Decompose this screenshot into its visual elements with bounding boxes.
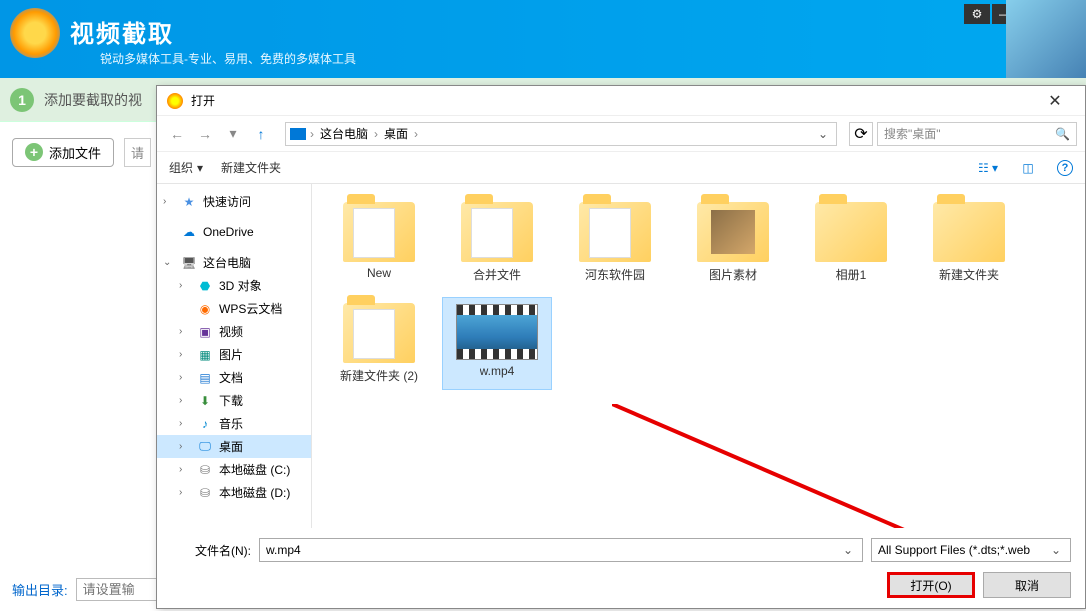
preview-pane-button[interactable]: ◫ xyxy=(1017,157,1039,179)
breadcrumb-folder[interactable]: 桌面 xyxy=(382,125,410,142)
breadcrumb-root[interactable]: 这台电脑 xyxy=(318,125,370,142)
disk-icon: ⛁ xyxy=(197,485,213,501)
folder-item[interactable]: 新建文件夹 (2) xyxy=(324,297,434,390)
annotation-arrow xyxy=(612,404,1085,528)
disk-icon: ⛁ xyxy=(197,462,213,478)
pc-icon xyxy=(290,128,306,140)
dialog-title: 打开 xyxy=(191,92,1035,109)
folder-item[interactable]: 图片素材 xyxy=(678,196,788,289)
video-file-item[interactable]: w.mp4 xyxy=(442,297,552,390)
tree-pictures[interactable]: ›▦图片 xyxy=(157,343,311,366)
tree-downloads[interactable]: ›⬇下载 xyxy=(157,389,311,412)
folder-item[interactable]: 河东软件园 xyxy=(560,196,670,289)
output-label: 输出目录: xyxy=(12,580,68,599)
expand-icon: › xyxy=(163,196,175,207)
chevron-right-icon: › xyxy=(374,127,378,141)
filename-label: 文件名(N): xyxy=(171,542,251,559)
cancel-button[interactable]: 取消 xyxy=(983,572,1071,598)
search-placeholder: 搜索"桌面" xyxy=(884,125,941,142)
folder-icon xyxy=(461,202,533,262)
search-icon: 🔍 xyxy=(1055,127,1070,141)
settings-button[interactable]: ⚙ xyxy=(964,4,990,24)
app-logo-icon xyxy=(10,8,60,58)
file-type-filter[interactable]: All Support Files (*.dts;*.web⌄ xyxy=(871,538,1071,562)
tree-disk-c[interactable]: ›⛁本地磁盘 (C:) xyxy=(157,458,311,481)
new-folder-button[interactable]: 新建文件夹 xyxy=(221,159,281,176)
folder-item[interactable]: 新建文件夹 xyxy=(914,196,1024,289)
add-file-button[interactable]: + 添加文件 xyxy=(12,138,114,167)
open-button[interactable]: 打开(O) xyxy=(887,572,975,598)
video-icon: ▣ xyxy=(197,324,213,340)
step-number: 1 xyxy=(10,88,34,112)
tree-videos[interactable]: ›▣视频 xyxy=(157,320,311,343)
tree-wps[interactable]: ◉WPS云文档 xyxy=(157,297,311,320)
plus-icon: + xyxy=(25,143,43,161)
folder-icon xyxy=(933,202,1005,262)
folder-item[interactable]: 合并文件 xyxy=(442,196,552,289)
nav-back-button[interactable]: ← xyxy=(165,122,189,146)
help-button[interactable]: ? xyxy=(1057,160,1073,176)
tree-quick-access[interactable]: ›★快速访问 xyxy=(157,190,311,213)
tree-music[interactable]: ›♪音乐 xyxy=(157,412,311,435)
refresh-button[interactable]: ⟳ xyxy=(849,122,873,146)
document-icon: ▤ xyxy=(197,370,213,386)
tree-documents[interactable]: ›▤文档 xyxy=(157,366,311,389)
step-text: 添加要截取的视 xyxy=(44,90,142,110)
preview-pane xyxy=(1006,0,1086,78)
folder-tree: ›★快速访问 ☁OneDrive ⌄🖥这台电脑 ›⬣3D 对象 ◉WPS云文档 … xyxy=(157,184,312,528)
file-open-dialog: 打开 ✕ ← → ▾ ↑ › 这台电脑 › 桌面 › ⌄ ⟳ 搜索"桌面" 🔍 … xyxy=(156,85,1086,609)
app-subtitle: 锐动多媒体工具-专业、易用、免费的多媒体工具 xyxy=(100,50,356,67)
folder-icon xyxy=(343,202,415,262)
chevron-down-icon[interactable]: ⌄ xyxy=(1048,543,1064,557)
tree-disk-d[interactable]: ›⛁本地磁盘 (D:) xyxy=(157,481,311,504)
tree-desktop[interactable]: ›🖵桌面 xyxy=(157,435,311,458)
nav-forward-button[interactable]: → xyxy=(193,122,217,146)
folder-item[interactable]: New xyxy=(324,196,434,289)
organize-menu[interactable]: 组织 ▾ xyxy=(169,159,203,176)
collapse-icon: ⌄ xyxy=(163,257,175,268)
pc-icon: 🖥 xyxy=(181,255,197,271)
cloud-icon: ☁ xyxy=(181,224,197,240)
chevron-right-icon: › xyxy=(310,127,314,141)
add-file-label: 添加文件 xyxy=(49,143,101,162)
chevron-down-icon: ▾ xyxy=(197,161,203,175)
breadcrumb-dropdown[interactable]: ⌄ xyxy=(814,127,832,141)
app-titlebar: 视频截取 锐动多媒体工具-专业、易用、免费的多媒体工具 ⚙ — ◻ ✕ xyxy=(0,0,1086,78)
video-thumbnail-icon xyxy=(456,304,538,360)
chevron-down-icon[interactable]: ⌄ xyxy=(840,543,856,557)
filename-input[interactable]: w.mp4⌄ xyxy=(259,538,863,562)
view-options-button[interactable]: ☷ ▾ xyxy=(977,157,999,179)
cube-icon: ⬣ xyxy=(197,278,213,294)
dialog-icon xyxy=(167,93,183,109)
hint-text: 请 xyxy=(124,138,151,167)
star-icon: ★ xyxy=(181,194,197,210)
nav-up-button[interactable]: ↑ xyxy=(249,122,273,146)
music-icon: ♪ xyxy=(197,416,213,432)
app-title: 视频截取 xyxy=(70,14,174,49)
desktop-icon: 🖵 xyxy=(197,439,213,455)
file-list: New 合并文件 河东软件园 图片素材 相册1 新建文件夹 新建文件夹 (2) … xyxy=(312,184,1085,528)
folder-icon xyxy=(579,202,651,262)
chevron-right-icon: › xyxy=(414,127,418,141)
folder-item[interactable]: 相册1 xyxy=(796,196,906,289)
nav-recent-button[interactable]: ▾ xyxy=(221,122,245,146)
tree-onedrive[interactable]: ☁OneDrive xyxy=(157,221,311,243)
folder-icon xyxy=(697,202,769,262)
wps-icon: ◉ xyxy=(197,301,213,317)
tree-3d-objects[interactable]: ›⬣3D 对象 xyxy=(157,274,311,297)
picture-icon: ▦ xyxy=(197,347,213,363)
search-input[interactable]: 搜索"桌面" 🔍 xyxy=(877,122,1077,146)
folder-icon xyxy=(815,202,887,262)
breadcrumb[interactable]: › 这台电脑 › 桌面 › ⌄ xyxy=(285,122,837,146)
folder-icon xyxy=(343,303,415,363)
dialog-close-button[interactable]: ✕ xyxy=(1035,87,1075,115)
tree-this-pc[interactable]: ⌄🖥这台电脑 xyxy=(157,251,311,274)
download-icon: ⬇ xyxy=(197,393,213,409)
